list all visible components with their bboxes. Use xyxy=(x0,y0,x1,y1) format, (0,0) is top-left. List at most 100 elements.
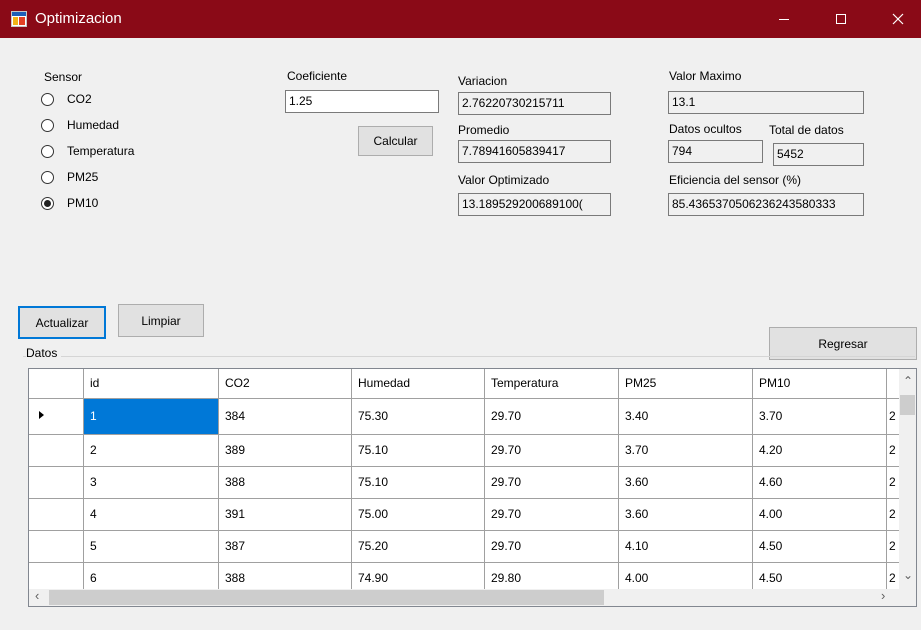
radio-label: PM10 xyxy=(67,196,99,210)
datos-group-border xyxy=(23,356,915,357)
row-header[interactable] xyxy=(29,398,84,435)
scroll-left-icon[interactable]: ‹ xyxy=(35,589,39,602)
promedio-field[interactable]: 7.78941605839417 xyxy=(458,140,611,163)
radio-circle xyxy=(41,170,54,184)
horizontal-scrollbar[interactable]: ‹ › xyxy=(29,589,899,606)
radio-humedad[interactable]: Humedad xyxy=(41,116,119,134)
radio-circle xyxy=(41,92,54,106)
close-button[interactable] xyxy=(875,0,921,38)
datos-ocultos-field[interactable]: 794 xyxy=(668,140,763,163)
radio-label: PM25 xyxy=(67,170,99,184)
coeficiente-input[interactable]: 1.25 xyxy=(285,90,439,113)
radio-label: CO2 xyxy=(67,92,92,106)
table-cell[interactable]: 29.70 xyxy=(484,498,619,531)
data-table: id CO2 Humedad Temperatura PM25 PM10 1 3… xyxy=(29,369,907,606)
valor-optimizado-label: Valor Optimizado xyxy=(458,173,550,187)
column-header-pm25[interactable]: PM25 xyxy=(618,369,753,399)
table-cell[interactable]: 4.20 xyxy=(752,434,887,467)
window-title: Optimizacion xyxy=(35,10,122,27)
scroll-down-icon[interactable]: ⌄ xyxy=(903,569,913,581)
minimize-icon xyxy=(779,19,789,20)
table-cell[interactable]: 29.70 xyxy=(484,398,619,435)
table-cell[interactable]: 2 xyxy=(83,434,219,467)
table-cell[interactable]: 75.30 xyxy=(351,398,485,435)
radio-pm10[interactable]: PM10 xyxy=(41,194,98,212)
eficiencia-label: Eficiencia del sensor (%) xyxy=(669,173,802,187)
table-cell[interactable]: 389 xyxy=(218,434,352,467)
data-grid[interactable]: id CO2 Humedad Temperatura PM25 PM10 1 3… xyxy=(28,368,917,607)
table-cell[interactable]: 75.10 xyxy=(351,466,485,499)
total-datos-field[interactable]: 5452 xyxy=(773,143,864,166)
column-header-co2[interactable]: CO2 xyxy=(218,369,352,399)
variacion-field[interactable]: 2.76220730215711 xyxy=(458,92,611,115)
current-row-icon xyxy=(39,410,44,419)
minimize-button[interactable] xyxy=(761,0,807,38)
radio-temperatura[interactable]: Temperatura xyxy=(41,142,134,160)
table-cell[interactable]: 75.00 xyxy=(351,498,485,531)
row-header[interactable] xyxy=(29,466,84,499)
table-cell[interactable]: 3 xyxy=(83,466,219,499)
corner-header xyxy=(29,369,84,399)
table-cell[interactable]: 29.70 xyxy=(484,466,619,499)
table-cell[interactable]: 75.10 xyxy=(351,434,485,467)
column-header-id[interactable]: id xyxy=(83,369,219,399)
eficiencia-field[interactable]: 85.4365370506236243580333 xyxy=(668,193,864,216)
table-cell[interactable]: 5 xyxy=(83,530,219,563)
table-cell[interactable]: 75.20 xyxy=(351,530,485,563)
title-bar: Optimizacion xyxy=(0,0,921,38)
radio-co2[interactable]: CO2 xyxy=(41,90,92,108)
maximize-button[interactable] xyxy=(818,0,864,38)
table-cell[interactable]: 3.40 xyxy=(618,398,753,435)
radio-circle xyxy=(41,144,54,158)
total-datos-label: Total de datos xyxy=(769,123,844,137)
table-cell[interactable]: 1 xyxy=(83,398,219,435)
sensor-label: Sensor xyxy=(44,70,83,84)
horizontal-scroll-thumb[interactable] xyxy=(49,590,604,605)
actualizar-button[interactable]: Actualizar xyxy=(18,306,106,339)
maximize-icon xyxy=(836,14,846,24)
vertical-scrollbar[interactable]: ⌃ ⌄ xyxy=(899,369,916,589)
radio-circle xyxy=(41,118,54,132)
limpiar-button[interactable]: Limpiar xyxy=(118,304,204,337)
table-cell[interactable]: 3.70 xyxy=(752,398,887,435)
valor-optimizado-field[interactable]: 13.189529200689100( xyxy=(458,193,611,216)
table-cell[interactable]: 388 xyxy=(218,466,352,499)
table-row[interactable]: 2 389 75.10 29.70 3.70 4.20 2 xyxy=(29,434,907,467)
valor-maximo-field[interactable]: 13.1 xyxy=(668,91,864,114)
table-cell[interactable]: 391 xyxy=(218,498,352,531)
row-header[interactable] xyxy=(29,498,84,531)
radio-pm25[interactable]: PM25 xyxy=(41,168,98,186)
datos-ocultos-label: Datos ocultos xyxy=(669,122,742,136)
scroll-up-icon[interactable]: ⌃ xyxy=(903,375,913,387)
table-row[interactable]: 1 384 75.30 29.70 3.40 3.70 2 xyxy=(29,398,907,435)
table-cell[interactable]: 3.70 xyxy=(618,434,753,467)
table-cell[interactable]: 3.60 xyxy=(618,466,753,499)
table-cell[interactable]: 384 xyxy=(218,398,352,435)
table-row[interactable]: 4 391 75.00 29.70 3.60 4.00 2 xyxy=(29,498,907,531)
datos-group-label: Datos xyxy=(26,346,62,360)
table-cell[interactable]: 4.00 xyxy=(752,498,887,531)
scroll-right-icon[interactable]: › xyxy=(881,589,885,602)
table-row[interactable]: 5 387 75.20 29.70 4.10 4.50 2 xyxy=(29,530,907,563)
vertical-scroll-thumb[interactable] xyxy=(900,395,915,415)
column-header-temperatura[interactable]: Temperatura xyxy=(484,369,619,399)
scrollbar-corner xyxy=(899,589,916,606)
table-row[interactable]: 3 388 75.10 29.70 3.60 4.60 2 xyxy=(29,466,907,499)
table-cell[interactable]: 29.70 xyxy=(484,530,619,563)
table-cell[interactable]: 3.60 xyxy=(618,498,753,531)
row-header[interactable] xyxy=(29,530,84,563)
app-icon xyxy=(11,11,27,27)
calcular-button[interactable]: Calcular xyxy=(358,126,433,156)
table-cell[interactable]: 4.10 xyxy=(618,530,753,563)
table-cell[interactable]: 29.70 xyxy=(484,434,619,467)
row-header[interactable] xyxy=(29,434,84,467)
table-cell[interactable]: 387 xyxy=(218,530,352,563)
radio-label: Temperatura xyxy=(67,144,135,158)
radio-circle-checked xyxy=(41,196,54,210)
table-cell[interactable]: 4 xyxy=(83,498,219,531)
table-cell[interactable]: 4.50 xyxy=(752,530,887,563)
column-header-humedad[interactable]: Humedad xyxy=(351,369,485,399)
column-header-pm10[interactable]: PM10 xyxy=(752,369,887,399)
header-row: id CO2 Humedad Temperatura PM25 PM10 xyxy=(29,369,907,399)
table-cell[interactable]: 4.60 xyxy=(752,466,887,499)
